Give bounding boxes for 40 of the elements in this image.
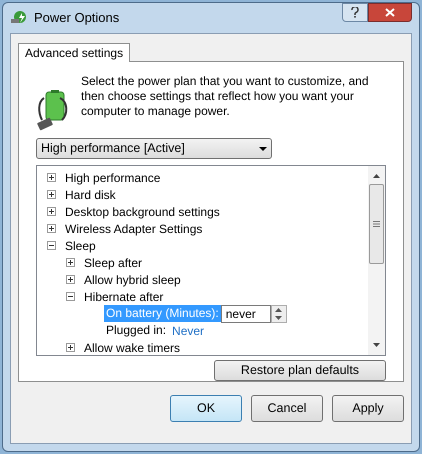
expand-icon[interactable] [47,173,56,182]
dialog-button[interactable]: OK [170,395,242,422]
spin-buttons[interactable] [270,304,287,323]
expand-icon[interactable] [47,190,56,200]
dialog-button[interactable]: Apply [332,395,404,422]
help-icon [351,7,359,18]
description-text: Select the power plan that you want to customize, and then choose settings that reflect how you want your computer to manage power. [81,74,370,120]
value-link[interactable]: Never [172,322,204,340]
dialog-button[interactable]: Cancel [251,395,323,422]
value-field[interactable]: never [220,304,271,323]
window-title: Power Options [34,9,120,28]
tree-item[interactable]: Desktop background settings [65,202,220,221]
tree-item[interactable]: Wireless Adapter Settings [65,220,202,238]
tab[interactable]: Advanced settings [18,43,130,62]
scroll-up-icon[interactable] [373,174,380,178]
tree-item[interactable]: Sleep [65,236,96,255]
scrollbar-thumb[interactable] [369,184,384,264]
expand-icon[interactable] [66,343,75,352]
plan-dropdown[interactable]: High performance [Active] [36,138,272,160]
expand-icon[interactable] [47,224,56,234]
battery-icon [36,90,70,132]
tree-item[interactable]: Hard disk [65,186,116,204]
help-button[interactable] [342,3,368,22]
setting-label[interactable]: Plugged in: [104,322,168,340]
expand-icon[interactable] [66,258,75,268]
close-icon [385,8,395,17]
tree-item[interactable]: High performance [65,168,160,187]
collapse-icon[interactable] [47,241,56,250]
expand-icon[interactable] [47,207,56,216]
restore-defaults-button[interactable]: Restore plan defaults [214,360,386,381]
tree-item[interactable]: Hibernate after [84,288,164,306]
tree-item[interactable]: Sleep after [84,254,142,272]
close-button[interactable] [368,3,412,22]
tree-item[interactable]: Allow wake timers [84,338,180,355]
collapse-icon[interactable] [66,292,75,302]
tree-item[interactable]: Allow hybrid sleep [84,270,181,289]
scroll-down-icon[interactable] [373,343,380,347]
dropdown-arrow-icon [259,146,267,151]
expand-icon[interactable] [66,275,75,284]
settings-tree[interactable]: High performance Hard disk Desktop background settings Wireless Adapter Settings Sleep Sleep after Allow hybrid sleep Hibernate after On battery (Minutes): never Plugged in: Never Allow wake timers [36,165,386,356]
